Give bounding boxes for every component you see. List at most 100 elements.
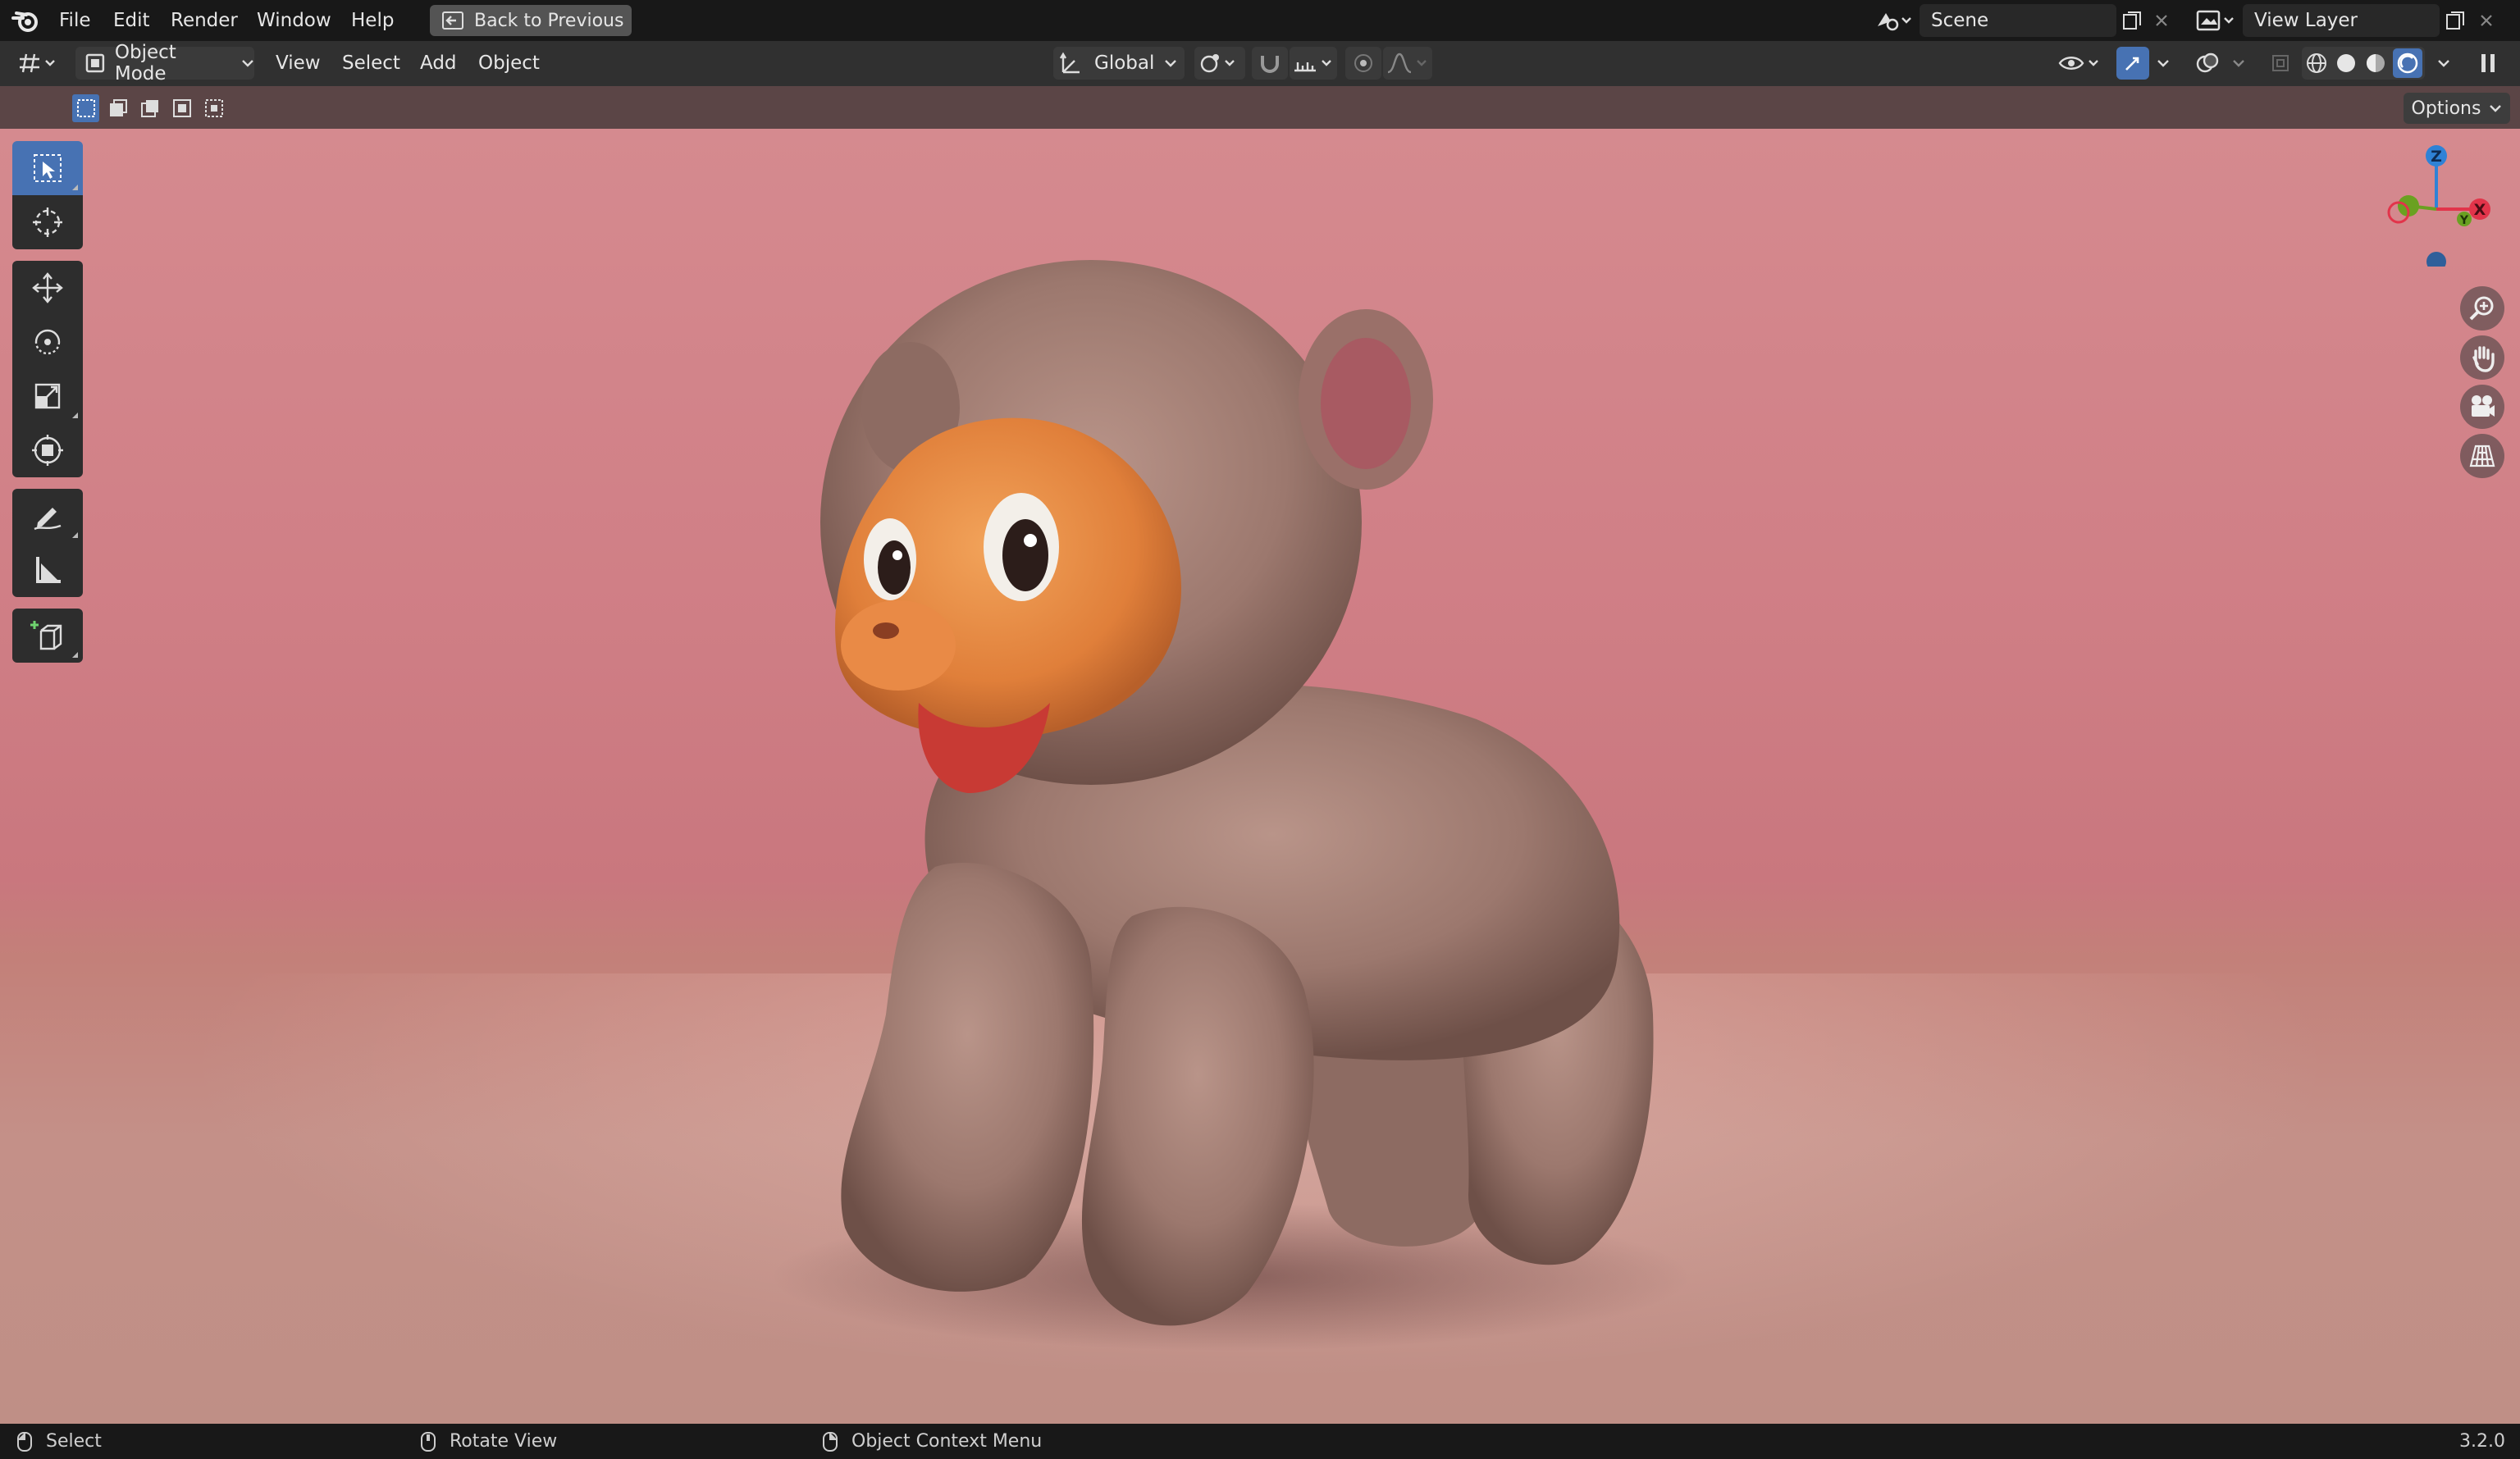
select-invert-button[interactable] [169, 94, 196, 122]
select-new-icon [76, 99, 95, 117]
pause-render-button[interactable] [2469, 47, 2507, 80]
chevron-down-icon [2490, 105, 2502, 112]
blender-logo-icon[interactable] [11, 7, 41, 34]
close-icon [2481, 15, 2492, 26]
tool-rotate[interactable] [12, 315, 83, 369]
new-scene-button[interactable] [2118, 5, 2146, 36]
rendered-shading-button[interactable] [2393, 48, 2422, 78]
status-bar: Select Rotate View Object Context Menu 3… [0, 1424, 2520, 1459]
zoom-icon [2469, 296, 2494, 321]
chevron-down-icon [1165, 60, 1177, 67]
select-subtract-icon [141, 100, 158, 117]
scene-icon [1878, 13, 1911, 31]
view-layer-name-field[interactable]: View Layer [2243, 4, 2440, 37]
duplicate-icon [2123, 11, 2141, 30]
xray-toggle[interactable] [2266, 47, 2295, 80]
axis-neg-z-ball[interactable] [2426, 252, 2446, 267]
grid-perspective-icon [2469, 445, 2495, 467]
gizmo-dropdown[interactable] [2151, 47, 2175, 80]
status-context-menu-label: Object Context Menu [851, 1431, 1043, 1452]
version-label: 3.2.0 [2459, 1431, 2505, 1452]
menu-object[interactable]: Object [478, 47, 540, 80]
visibility-dropdown[interactable] [2054, 47, 2105, 80]
eye-icon [2058, 57, 2098, 70]
wireframe-shading-icon[interactable] [2304, 51, 2329, 75]
mouse-middle-icon [421, 1431, 436, 1452]
new-view-layer-button[interactable] [2441, 5, 2469, 36]
gizmo-toggle[interactable] [2116, 47, 2149, 80]
falloff-dropdown[interactable] [1383, 47, 1432, 80]
select-extend-button[interactable] [104, 94, 131, 122]
shading-dropdown[interactable] [2431, 47, 2456, 80]
menu-select[interactable]: Select [342, 47, 400, 80]
menu-edit[interactable]: Edit [113, 0, 150, 41]
select-new-button[interactable] [72, 94, 100, 122]
orthographic-toggle-button[interactable] [2460, 434, 2504, 478]
tool-cursor[interactable] [12, 195, 83, 249]
tool-transform[interactable] [12, 423, 83, 477]
snap-toggle[interactable] [1252, 47, 1288, 80]
editor-type-button[interactable] [11, 47, 66, 80]
viewport-header: Object Mode View Select Add Object Globa… [0, 41, 2520, 86]
close-icon [2156, 15, 2167, 26]
tool-scale[interactable] [12, 369, 83, 423]
tool-add-cube[interactable] [12, 609, 83, 663]
back-to-previous-button[interactable]: Back to Previous [430, 5, 632, 36]
falloff-icon [1387, 52, 1427, 74]
select-box-icon [34, 154, 62, 182]
menu-render[interactable]: Render [171, 0, 238, 41]
select-intersect-button[interactable] [201, 94, 228, 122]
move-icon [32, 272, 63, 303]
view-layer-browse-button[interactable] [2192, 5, 2239, 36]
overlays-dropdown[interactable] [2226, 47, 2251, 80]
tool-select-box[interactable] [12, 141, 83, 195]
pan-view-button[interactable] [2460, 335, 2504, 380]
zoom-view-button[interactable] [2460, 286, 2504, 331]
scene-browse-button[interactable] [1870, 5, 1916, 36]
tool-annotate[interactable] [12, 489, 83, 543]
options-dropdown[interactable]: Options [2404, 93, 2510, 124]
status-select-label: Select [46, 1431, 102, 1452]
status-select-hint: Select [16, 1424, 102, 1459]
delete-scene-button[interactable] [2149, 5, 2174, 36]
select-intersect-icon [205, 99, 224, 117]
proportional-editing-toggle[interactable] [1345, 47, 1381, 80]
select-subtract-button[interactable] [136, 94, 163, 122]
status-context-menu-hint: Object Context Menu [822, 1424, 1042, 1459]
tool-settings-strip: Options [0, 86, 2520, 129]
menu-help[interactable]: Help [351, 0, 394, 41]
3d-viewport[interactable]: Z X Y [0, 129, 2520, 1424]
menu-window[interactable]: Window [257, 0, 331, 41]
transform-orientation-dropdown[interactable]: Global [1053, 47, 1185, 80]
editor-type-icon [20, 53, 55, 73]
xray-icon [2272, 55, 2289, 71]
overlays-toggle[interactable] [2190, 47, 2225, 80]
options-label: Options [2411, 98, 2481, 119]
rendered-plush-monkey-image [771, 260, 1690, 1351]
transform-icon [32, 435, 63, 466]
menu-view[interactable]: View [276, 47, 321, 80]
selection-mode-group [72, 94, 228, 122]
scene-name: Scene [1931, 10, 1989, 31]
magnet-icon [1261, 56, 1279, 73]
pivot-point-dropdown[interactable] [1194, 47, 1245, 80]
tool-move[interactable] [12, 261, 83, 315]
tool-measure[interactable] [12, 543, 83, 597]
navigation-gizmo[interactable]: Z X Y [2371, 144, 2502, 267]
back-button-label: Back to Previous [474, 10, 624, 31]
mode-dropdown[interactable]: Object Mode [75, 42, 254, 84]
gizmo-icon [2125, 57, 2139, 71]
material-preview-icon[interactable] [2363, 51, 2388, 75]
snap-target-dropdown[interactable] [1290, 47, 1337, 80]
mouse-right-icon [823, 1431, 838, 1452]
rendered-shading-icon [2397, 52, 2418, 74]
scale-icon [34, 383, 61, 409]
camera-view-button[interactable] [2460, 385, 2504, 429]
delete-view-layer-button[interactable] [2474, 5, 2499, 36]
object-mode-icon [85, 53, 105, 73]
menu-file[interactable]: File [59, 0, 91, 41]
menu-add[interactable]: Add [420, 47, 457, 80]
scene-name-field[interactable]: Scene [1920, 4, 2116, 37]
proportional-editing-icon [1354, 54, 1372, 72]
solid-shading-icon[interactable] [2334, 51, 2358, 75]
